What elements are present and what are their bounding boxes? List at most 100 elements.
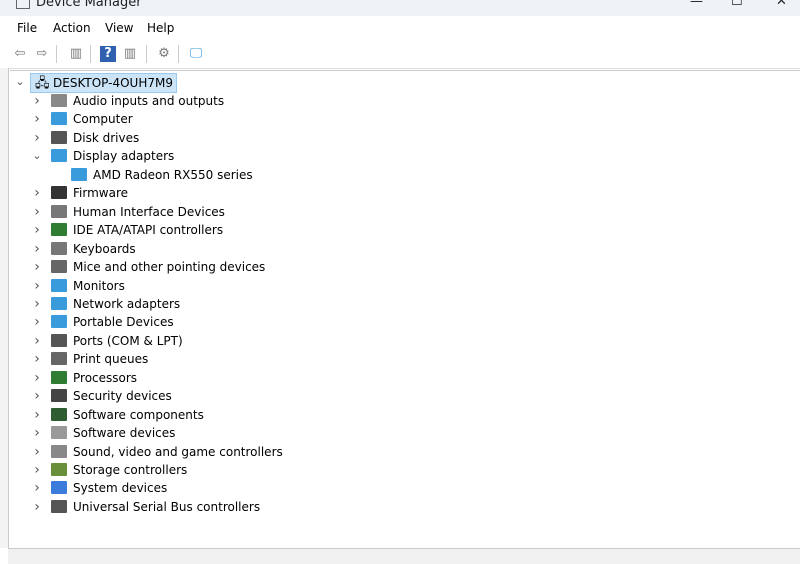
- software-component-icon: [51, 407, 67, 421]
- display-adapter-icon: [51, 149, 67, 163]
- tree-item[interactable]: › Software devices: [10, 424, 710, 442]
- chevron-right-icon[interactable]: ›: [31, 184, 43, 202]
- menu-help[interactable]: Help: [147, 21, 174, 35]
- menu-bar: File Action View Help: [0, 18, 800, 40]
- tree-item-label: Software devices: [73, 426, 176, 441]
- tree-item-label: System devices: [73, 481, 168, 496]
- toolbar: ⇦ ⇨ ▥? ▥ ⚙ 🖵: [0, 40, 800, 69]
- tree-item[interactable]: › Print queues: [10, 350, 710, 368]
- forward-icon[interactable]: ⇨: [34, 46, 50, 62]
- chevron-right-icon[interactable]: ›: [31, 369, 43, 387]
- menu-action[interactable]: Action: [53, 21, 91, 35]
- tree-item[interactable]: › Network adapters: [10, 295, 710, 313]
- tree-item-label: Universal Serial Bus controllers: [73, 499, 261, 514]
- portable-device-icon: [51, 315, 67, 329]
- chevron-right-icon[interactable]: ›: [31, 498, 43, 516]
- tree-item[interactable]: › Software components: [10, 406, 710, 424]
- printer-icon: [51, 352, 67, 366]
- firmware-icon: [51, 186, 67, 200]
- back-icon[interactable]: ⇦: [12, 46, 28, 62]
- tree-item-label: Human Interface Devices: [73, 204, 225, 219]
- close-button[interactable]: ✕: [776, 0, 787, 9]
- computer-network-icon: 🖧: [35, 76, 50, 91]
- minimize-button[interactable]: —: [690, 0, 703, 9]
- tree-item[interactable]: › Universal Serial Bus controllers: [10, 498, 710, 516]
- toolbar-separator: [56, 45, 57, 63]
- tree-item-label: Print queues: [73, 352, 149, 367]
- keyboard-icon: [51, 241, 67, 255]
- mouse-icon: [51, 260, 67, 274]
- software-device-icon: [51, 426, 67, 440]
- chevron-right-icon[interactable]: ›: [31, 129, 43, 147]
- tree-item[interactable]: › Human Interface Devices: [10, 203, 710, 221]
- window-title: Device Manager: [36, 0, 142, 10]
- chevron-right-icon[interactable]: ›: [31, 203, 43, 221]
- tree-item[interactable]: › System devices: [10, 479, 710, 497]
- update-driver-icon[interactable]: ⚙: [156, 46, 172, 62]
- maximize-button[interactable]: ☐: [731, 0, 743, 9]
- usb-icon: [51, 499, 67, 513]
- tree-item[interactable]: ⌄ Display adapters: [10, 147, 710, 165]
- tree-item-label: Ports (COM & LPT): [73, 333, 183, 348]
- tree-item-label: Storage controllers: [73, 463, 188, 477]
- chevron-right-icon[interactable]: ›: [31, 221, 43, 239]
- toolbar-separator: [146, 45, 147, 63]
- tree-item[interactable]: › Disk drives: [10, 129, 710, 147]
- tree-item[interactable]: › Ports (COM & LPT): [10, 332, 710, 350]
- chevron-right-icon[interactable]: ›: [31, 313, 43, 331]
- chevron-right-icon[interactable]: ›: [31, 479, 43, 497]
- chevron-right-icon[interactable]: ›: [31, 295, 43, 313]
- chevron-right-icon[interactable]: ›: [31, 443, 43, 461]
- monitor-icon[interactable]: 🖵: [188, 46, 204, 62]
- tree-item-label: Sound, video and game controllers: [73, 444, 283, 459]
- tree-item-label: Keyboards: [73, 241, 136, 256]
- tree-item[interactable]: › Security devices: [10, 387, 710, 405]
- chevron-down-icon[interactable]: ⌄: [31, 147, 43, 165]
- chevron-down-icon[interactable]: ⌄: [14, 75, 26, 88]
- chevron-right-icon[interactable]: ›: [31, 406, 43, 424]
- tree-item[interactable]: › Computer: [10, 110, 710, 128]
- chevron-right-icon[interactable]: ›: [31, 424, 43, 442]
- menu-file[interactable]: File: [17, 21, 37, 35]
- tree-item[interactable]: › Portable Devices: [10, 313, 710, 331]
- chevron-right-icon[interactable]: ›: [31, 461, 43, 479]
- sound-icon: [51, 444, 67, 458]
- show-action-pane-icon[interactable]: ▥: [122, 46, 138, 62]
- tree-item[interactable]: › Keyboards: [10, 240, 710, 258]
- tree-item-label: Security devices: [73, 389, 172, 404]
- tree-item[interactable]: › Processors: [10, 369, 710, 387]
- device-tree[interactable]: ⌄ 🖧 DESKTOP-4OUH7M9 › Audio inputs and ou…: [10, 70, 800, 549]
- chevron-right-icon[interactable]: ›: [31, 332, 43, 350]
- chevron-right-icon[interactable]: ›: [31, 387, 43, 405]
- tree-item[interactable]: › Mice and other pointing devices: [10, 258, 710, 276]
- ide-icon: [51, 223, 67, 237]
- chevron-right-icon[interactable]: ›: [31, 258, 43, 276]
- title-bar: Device Manager — ☐ ✕: [0, 0, 800, 16]
- show-hide-console-tree-icon[interactable]: ▥: [68, 46, 84, 62]
- display-adapter-icon: [71, 167, 87, 181]
- chevron-right-icon[interactable]: ›: [31, 240, 43, 258]
- chevron-right-icon[interactable]: ›: [31, 350, 43, 368]
- chevron-right-icon[interactable]: ›: [31, 110, 43, 128]
- tree-item[interactable]: › Audio inputs and outputs: [10, 92, 710, 110]
- tree-item-label: AMD Radeon RX550 series: [93, 167, 253, 182]
- tree-item[interactable]: › Monitors: [10, 277, 710, 295]
- chevron-right-icon[interactable]: ›: [31, 92, 43, 110]
- tree-item-label: Monitors: [73, 278, 125, 293]
- device-manager-icon: [16, 0, 30, 9]
- tree-item[interactable]: › Storage controllers: [10, 461, 710, 479]
- tree-item-label: Processors: [73, 370, 138, 385]
- chevron-right-icon[interactable]: ›: [31, 277, 43, 295]
- tree-item[interactable]: › Firmware: [10, 184, 710, 202]
- port-icon: [51, 333, 67, 347]
- tree-item[interactable]: › Sound, video and game controllers: [10, 443, 710, 461]
- tree-item[interactable]: AMD Radeon RX550 series: [10, 166, 710, 184]
- system-icon: [51, 481, 67, 495]
- menu-view[interactable]: View: [105, 21, 133, 35]
- tree-item[interactable]: › IDE ATA/ATAPI controllers: [10, 221, 710, 239]
- help-icon[interactable]: ?: [100, 46, 116, 62]
- root-label: DESKTOP-4OUH7M9: [53, 76, 173, 90]
- tree-root-computer[interactable]: 🖧 DESKTOP-4OUH7M9: [30, 73, 177, 93]
- toolbar-separator: [178, 45, 179, 63]
- computer-icon: [51, 112, 67, 126]
